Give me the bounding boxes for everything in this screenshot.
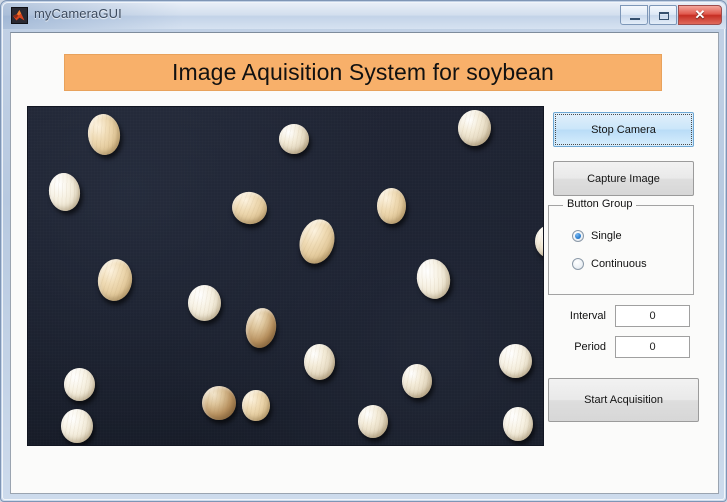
soybean (377, 188, 406, 224)
soybean (188, 285, 221, 321)
interval-field-row: Interval 0 (548, 305, 699, 327)
soybean (279, 124, 309, 154)
camera-preview-axes[interactable] (27, 106, 544, 446)
soybean (61, 409, 93, 443)
radio-continuous-label: Continuous (591, 258, 647, 270)
soybean (499, 344, 532, 378)
radio-single[interactable]: Single (572, 230, 622, 242)
maximize-icon (659, 12, 669, 20)
close-icon: ✕ (694, 7, 706, 22)
close-button[interactable]: ✕ (678, 5, 722, 25)
matlab-icon (11, 7, 28, 24)
soybean (503, 407, 533, 441)
radio-continuous[interactable]: Continuous (572, 258, 647, 270)
maximize-button[interactable] (649, 5, 677, 25)
soybean (242, 390, 270, 421)
interval-label: Interval (569, 310, 606, 322)
radio-single-label: Single (591, 230, 622, 242)
radio-selected-icon (572, 230, 584, 242)
stop-camera-button[interactable]: Stop Camera (553, 112, 694, 147)
period-field-row: Period 0 (548, 336, 699, 358)
minimize-button[interactable] (620, 5, 648, 25)
interval-input[interactable]: 0 (615, 305, 690, 327)
period-input[interactable]: 0 (615, 336, 690, 358)
page-title: Image Aquisition System for soybean (172, 59, 554, 85)
button-group-panel: Button Group Single Continuous (548, 198, 694, 295)
period-label: Period (574, 341, 606, 353)
application-window: myCameraGUI ✕ Image Aquisition System fo… (0, 0, 727, 502)
start-acquisition-button[interactable]: Start Acquisition (548, 378, 699, 422)
radio-unselected-icon (572, 258, 584, 270)
soybean (64, 368, 95, 401)
soybean (402, 364, 432, 398)
header-banner: Image Aquisition System for soybean (64, 54, 662, 91)
figure-client-area: Image Aquisition System for soybean Stop… (10, 32, 719, 494)
button-group-legend: Button Group (563, 198, 637, 210)
soybean (358, 405, 388, 438)
minimize-icon (630, 18, 640, 20)
window-title: myCameraGUI (34, 6, 122, 21)
window-controls: ✕ (619, 5, 722, 26)
soybean (202, 386, 236, 420)
title-bar[interactable]: myCameraGUI ✕ (3, 3, 726, 29)
soybean (304, 344, 335, 380)
capture-image-button[interactable]: Capture Image (553, 161, 694, 196)
